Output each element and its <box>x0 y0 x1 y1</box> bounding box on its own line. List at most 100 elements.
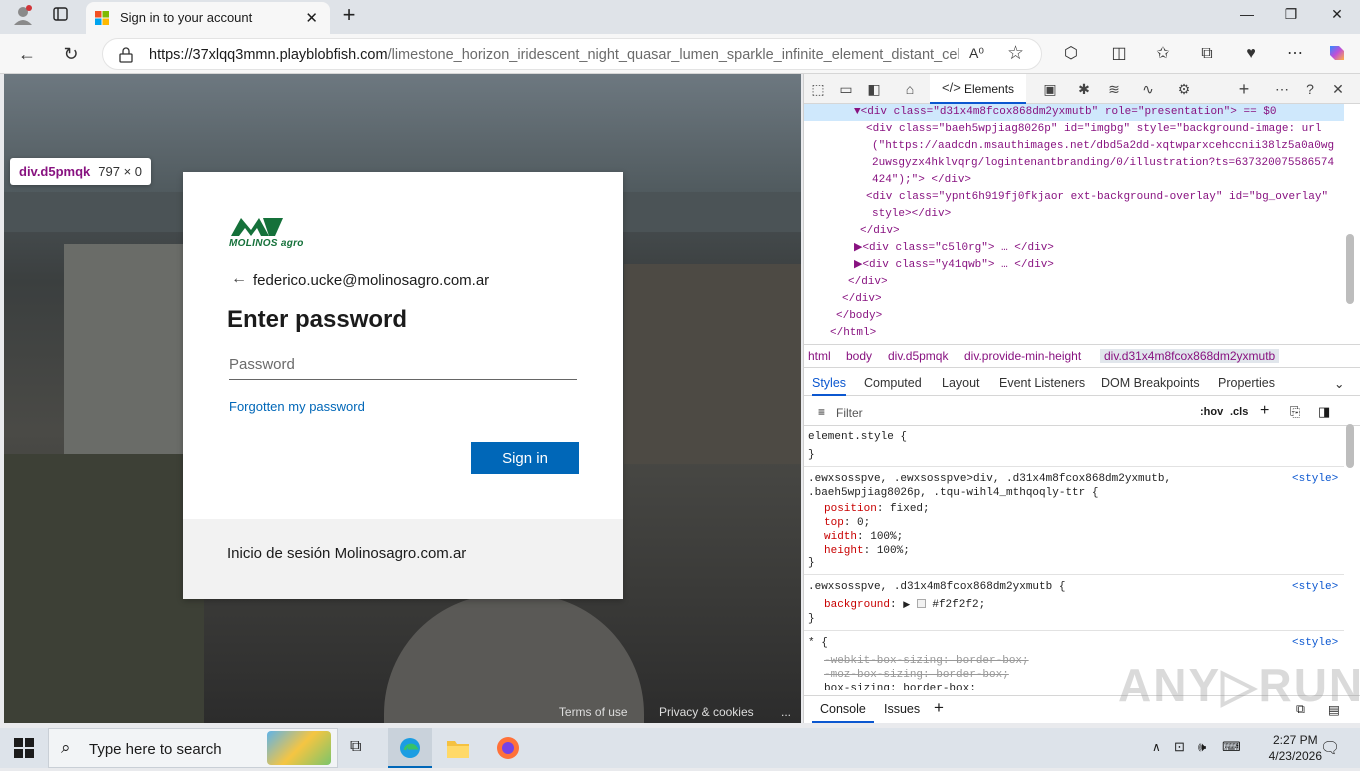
forgot-password-link[interactable]: Forgotten my password <box>229 399 365 414</box>
tab-issues[interactable]: Issues <box>884 702 920 716</box>
new-tab-icon[interactable]: + <box>336 2 362 27</box>
footer-more-link[interactable]: ... <box>781 705 791 719</box>
console-tab-icon[interactable]: ▣ <box>1040 80 1060 98</box>
favorites-icon[interactable]: ✩ <box>1150 42 1176 66</box>
extensions-icon[interactable]: ⬡ <box>1058 42 1084 66</box>
minimize-icon[interactable]: — <box>1234 6 1260 28</box>
cls-toggle[interactable]: .cls <box>1230 406 1248 418</box>
dom-node-line[interactable]: <div class="baeh5wpjiag8026p" id="imgbg"… <box>866 121 1321 138</box>
rule1-source[interactable]: <style> <box>1292 472 1338 486</box>
tray-network-icon[interactable]: ⊡ <box>1174 739 1185 755</box>
help-icon[interactable]: ? <box>1300 80 1320 98</box>
read-aloud-icon[interactable]: A⁰ <box>969 45 984 62</box>
rule1-property[interactable]: position: fixed; <box>824 502 930 516</box>
dom-node-line[interactable]: </html> <box>830 325 876 340</box>
breadcrumb-item[interactable]: div.provide-min-height <box>964 349 1081 363</box>
firefox-icon[interactable] <box>496 736 520 763</box>
welcome-home-icon[interactable]: ⌂ <box>900 80 920 98</box>
tab-elements[interactable]: </> Elements <box>930 74 1026 104</box>
breadcrumb-item[interactable]: html <box>808 349 831 363</box>
dom-scrollbar[interactable] <box>1346 234 1354 304</box>
element-style-rule[interactable]: element.style { <box>808 430 907 444</box>
devtools-more-icon[interactable]: ⋯ <box>1272 80 1292 98</box>
profile-icon[interactable] <box>10 4 36 26</box>
breadcrumb-item[interactable]: div.d5pmqk <box>888 349 948 363</box>
lock-icon[interactable] <box>119 47 133 63</box>
rule2-selector[interactable]: .ewxsosspve, .d31x4m8fcox868dm2yxmutb { <box>808 580 1065 594</box>
new-rule-icon[interactable]: + <box>1260 402 1269 420</box>
dom-node-line[interactable]: <div class="ypnt6h919fj0fkjaor ext-backg… <box>866 189 1328 206</box>
password-field[interactable] <box>229 350 577 380</box>
terms-link[interactable]: Terms of use <box>559 705 628 719</box>
rule1-property[interactable]: top: 0; <box>824 516 870 530</box>
rule1-property[interactable]: width: 100%; <box>824 530 903 544</box>
tray-volume-icon[interactable]: 🕪 <box>1198 739 1206 755</box>
breadcrumb-item[interactable]: div.d31x4m8fcox868dm2yxmutb <box>1100 349 1280 363</box>
rule3-property[interactable]: box-sizing: border-box; <box>824 682 976 690</box>
rule2-source[interactable]: <style> <box>1292 580 1338 594</box>
close-window-icon[interactable]: ✕ <box>1324 6 1350 28</box>
dom-node-line[interactable]: style></div> <box>872 206 951 223</box>
address-bar[interactable]: https://37xlqq3mmn.playblobfish.com/lime… <box>102 38 1042 70</box>
sign-in-button[interactable]: Sign in <box>471 442 579 474</box>
rule3-source[interactable]: <style> <box>1292 636 1338 650</box>
subtab-layout[interactable]: Layout <box>942 376 980 390</box>
element-state-icon[interactable]: ⎘ <box>1290 404 1300 420</box>
taskbar-search[interactable]: ⌕ Type here to search <box>48 728 338 768</box>
performance-icon[interactable]: ∿ <box>1138 80 1158 98</box>
dom-node-line[interactable]: </div> <box>860 223 900 240</box>
tab-console[interactable]: Console <box>812 696 874 723</box>
add-drawer-tab-icon[interactable]: + <box>934 698 944 718</box>
subtab-event-listeners[interactable]: Event Listeners <box>999 376 1085 390</box>
taskbar-edge-icon[interactable] <box>388 728 432 768</box>
refresh-icon[interactable]: ↻ <box>58 42 84 66</box>
split-screen-icon[interactable]: ◫ <box>1106 42 1132 66</box>
tray-keyboard-icon[interactable]: ⌨ <box>1222 739 1241 755</box>
color-swatch-icon[interactable] <box>916 599 926 608</box>
tab-actions-icon[interactable] <box>48 6 74 28</box>
dom-node-line[interactable]: </div> <box>848 274 888 291</box>
rule1-selector[interactable]: .ewxsosspve, .ewxsosspve>div, .d31x4m8fc… <box>808 472 1171 486</box>
tab-sign-in[interactable]: Sign in to your account ✕ <box>86 2 330 34</box>
collections-icon[interactable]: ⧉ <box>1194 42 1220 66</box>
close-tab-icon[interactable]: ✕ <box>305 9 318 27</box>
rule3-selector[interactable]: * { <box>808 636 828 650</box>
file-explorer-icon[interactable] <box>446 737 470 762</box>
network-wifi-icon[interactable]: ≋ <box>1104 80 1124 98</box>
notifications-icon[interactable]: 🗨 <box>1320 738 1340 758</box>
tray-chevron-icon[interactable]: ∧ <box>1152 740 1161 754</box>
hov-toggle[interactable]: :hov <box>1200 406 1223 418</box>
rule1-property[interactable]: height: 100%; <box>824 544 910 558</box>
dom-node-line[interactable]: 2uwsgyzx4hklvqrg/logintenantbranding/0/i… <box>872 155 1334 172</box>
browser-essentials-icon[interactable]: ♥ <box>1238 42 1264 66</box>
breadcrumb-item[interactable]: body <box>846 349 872 363</box>
subtab-properties[interactable]: Properties <box>1218 376 1275 390</box>
back-icon[interactable]: ← <box>14 42 40 66</box>
inspect-element-icon[interactable]: ⬚ <box>808 80 828 98</box>
close-devtools-icon[interactable]: ✕ <box>1328 80 1348 98</box>
subtab-dom-breakpoints[interactable]: DOM Breakpoints <box>1101 376 1200 390</box>
back-arrow-icon[interactable]: ← <box>231 270 247 288</box>
task-view-icon[interactable]: ⧉ <box>350 738 361 756</box>
dom-node-line[interactable]: </body> <box>836 308 882 325</box>
rule1-selector-cont[interactable]: .baeh5wpjiag8026p, .tqu-wihl4_mthqoqly-t… <box>808 486 1098 500</box>
styles-scrollbar[interactable] <box>1346 424 1354 468</box>
subtabs-chevron-down-icon[interactable]: ⌄ <box>1334 376 1344 391</box>
more-menu-icon[interactable]: ⋯ <box>1282 42 1308 66</box>
rule2-property[interactable]: background: ▶ #f2f2f2; <box>824 598 985 612</box>
sources-bug-icon[interactable]: ✱ <box>1074 80 1094 98</box>
device-emulation-icon[interactable]: ▭ <box>836 80 856 98</box>
computed-sidebar-icon[interactable]: ◨ <box>1318 404 1330 420</box>
dom-node-line[interactable]: ▶<div class="c5l0rg"> … </div> <box>854 240 1054 257</box>
rule3-property[interactable]: -moz-box-sizing: border-box; <box>824 668 1009 682</box>
dom-node-line[interactable]: ▶<div class="y41qwb"> … </div> <box>854 257 1054 274</box>
windows-start-icon[interactable] <box>14 738 34 761</box>
url-text[interactable]: https://37xlqq3mmn.playblobfish.com/lime… <box>149 47 959 63</box>
more-tools-plus-icon[interactable]: + <box>1234 80 1254 98</box>
dom-node-line[interactable]: </div> <box>842 291 882 308</box>
dom-node-line[interactable]: 424");"> </div> <box>872 172 971 189</box>
filter-input[interactable]: Filter <box>836 406 863 420</box>
dom-node-line[interactable]: ("https://aadcdn.msauthimages.net/dbd5a2… <box>872 138 1334 155</box>
subtab-styles[interactable]: Styles <box>812 376 847 396</box>
restore-icon[interactable]: ❐ <box>1278 6 1304 28</box>
